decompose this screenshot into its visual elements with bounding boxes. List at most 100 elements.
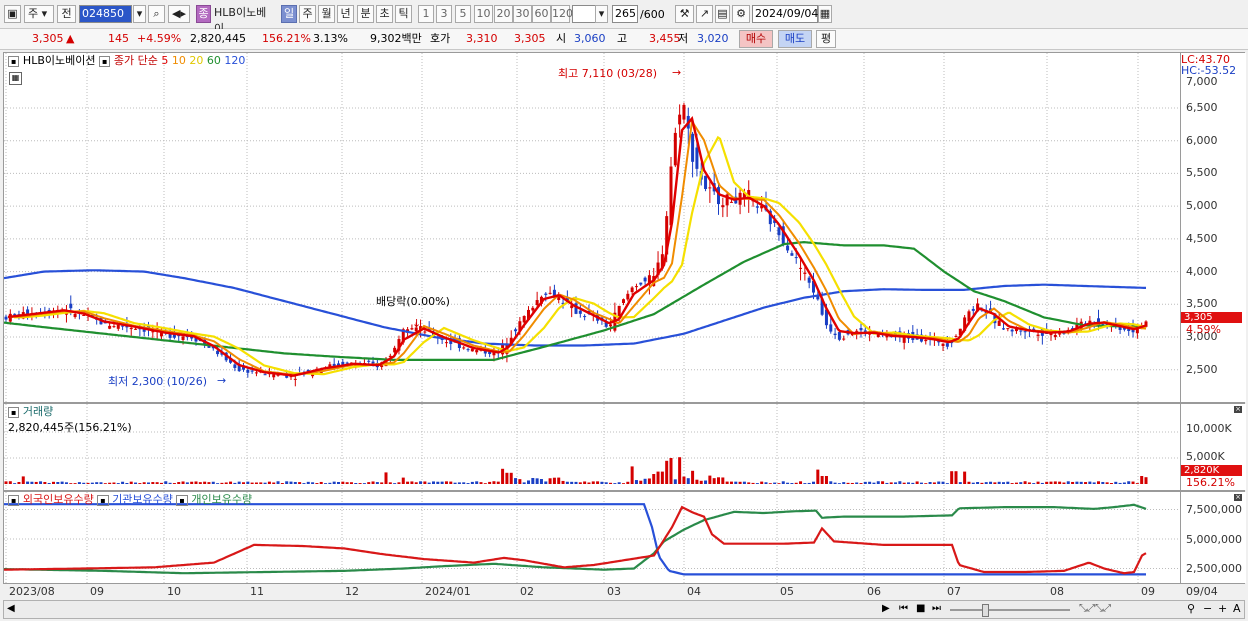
stock-code-input[interactable]: 024850 (79, 5, 132, 23)
volume-bar (26, 481, 30, 484)
volume-bar (846, 482, 850, 484)
settings-gear-icon[interactable]: ⚙ (732, 5, 750, 23)
stop-icon[interactable]: ■ (916, 603, 925, 614)
chart-type-icon[interactable]: ↗ (696, 5, 713, 23)
scroll-right-icon[interactable]: ▶ (882, 603, 890, 614)
zoom-out-icon[interactable]: − (1203, 602, 1212, 615)
table-view-icon[interactable]: ▦ (9, 72, 22, 85)
candle (833, 327, 837, 340)
search-icon[interactable]: ⌕ (148, 5, 165, 23)
buy-button[interactable]: 매수 (739, 30, 773, 48)
zoom-in-icon[interactable]: + (1218, 602, 1227, 615)
volume-bar (786, 482, 790, 484)
ma10-label: 10 (171, 54, 186, 67)
minute-60-button[interactable]: 60 (532, 5, 551, 23)
save-icon[interactable]: ▤ (715, 5, 730, 23)
candle (734, 187, 738, 204)
period-month-button[interactable]: 월 (318, 5, 335, 23)
rewind-icon[interactable]: ⏮ (899, 603, 908, 614)
calendar-icon[interactable]: ▦ (818, 5, 832, 23)
stock-nav-icon[interactable]: ◀▸ (168, 5, 190, 23)
custom-period-dropdown-icon[interactable]: ▾ (595, 5, 608, 23)
minute-3-button[interactable]: 3 (436, 5, 452, 23)
volume-bar (678, 457, 682, 484)
price-tick-label: 5,000 (1186, 199, 1218, 213)
candle (626, 290, 630, 302)
volume-bar (773, 482, 777, 484)
low-annotation: 최저 2,300 (10/26) (108, 375, 208, 388)
minute-5-button[interactable]: 5 (455, 5, 471, 23)
volume-bar (600, 481, 604, 484)
open-label: 시 (556, 32, 567, 45)
text-tool-icon[interactable]: A (1233, 602, 1241, 615)
market-select[interactable]: 주 ▾ (24, 5, 54, 23)
volume-bar (151, 482, 155, 484)
zoom-slider-track[interactable] (950, 609, 1070, 611)
volume-bar (807, 482, 811, 484)
window-menu-icon[interactable]: ▣ (4, 5, 21, 23)
period-week-button[interactable]: 주 (299, 5, 316, 23)
period-year-button[interactable]: 년 (337, 5, 354, 23)
price-legend: ▪ HLB이노베이션 ▪ 종가 단순 5 10 20 60 120 (8, 54, 245, 68)
zoom-slider-handle[interactable] (982, 604, 989, 617)
volume-bar (643, 478, 647, 484)
high-price: 3,455 (649, 32, 681, 45)
volume-bar (380, 482, 384, 484)
x-axis-end-date: 09/04 (1186, 585, 1218, 598)
volume-bar (147, 482, 150, 484)
candle (1036, 331, 1040, 342)
candle (704, 175, 708, 192)
ma5-label: 5 (161, 54, 169, 67)
ma60-label: 60 (206, 54, 221, 67)
count-input[interactable]: 265 (612, 5, 638, 23)
institution-legend: 기관보유수량 (112, 493, 173, 506)
fast-forward-icon[interactable]: ⏭ (932, 603, 941, 614)
minute-1-button[interactable]: 1 (418, 5, 434, 23)
price-tick-label: 3,500 (1186, 297, 1218, 311)
period-minute-button[interactable]: 분 (357, 5, 374, 23)
ma20-label: 20 (189, 54, 204, 67)
volume-bar (397, 482, 401, 484)
prev-button[interactable]: 전 (57, 5, 76, 23)
volume-bar (8, 481, 12, 484)
holding-close-icon[interactable]: × (1234, 494, 1242, 501)
candle (954, 334, 958, 338)
x-axis-label: 10 (167, 585, 181, 598)
volume-bar (229, 481, 233, 484)
volume-bar (483, 483, 487, 484)
volume-bar (95, 482, 99, 484)
period-day-button[interactable]: 일 (281, 5, 297, 23)
period-tick-button[interactable]: 틱 (395, 5, 412, 23)
tools-icon[interactable]: ⚒ (675, 5, 694, 23)
minute-20-button[interactable]: 20 (494, 5, 513, 23)
drawing-tools-icon[interactable]: ⤡⤢⤡⤢ (1079, 603, 1111, 614)
volume-chart[interactable] (4, 404, 1180, 490)
current-pct-tag: 4.59% (1186, 323, 1221, 336)
dividend-annotation: 배당락(0.00%) (376, 295, 450, 308)
volume-bar (945, 483, 949, 484)
code-dropdown-icon[interactable]: ▾ (133, 5, 146, 23)
minute-30-button[interactable]: 30 (513, 5, 532, 23)
volume-bar (742, 481, 746, 484)
chart-settings-icon[interactable]: ⚲ (1187, 602, 1195, 615)
volume-bar (99, 482, 103, 484)
volume-pct-tag: 156.21% (1186, 476, 1235, 489)
volume-close-icon[interactable]: × (1234, 406, 1242, 413)
evaluate-button[interactable]: 평 (816, 30, 836, 48)
volume-bar (915, 481, 919, 484)
sell-button[interactable]: 매도 (778, 30, 812, 48)
minute-10-button[interactable]: 10 (474, 5, 493, 23)
volume-bar (837, 483, 841, 484)
volume-bar (211, 481, 215, 484)
chart-scrollbar[interactable]: ◀ ▶ ⏮ ■ ⏭ ⤡⤢⤡⤢ ⚲ − + A (3, 600, 1245, 619)
price-chart[interactable]: → → ↓ (4, 53, 1180, 402)
date-input[interactable]: 2024/09/04 (752, 5, 818, 23)
current-price: 3,305 (32, 32, 64, 45)
period-second-button[interactable]: 초 (376, 5, 393, 23)
scroll-left-icon[interactable]: ◀ (7, 603, 15, 614)
minute-120-button[interactable]: 120 (551, 5, 573, 23)
candle (1023, 331, 1027, 340)
volume-bar (315, 483, 319, 484)
volume-bar (699, 480, 703, 484)
volume-bar (1062, 482, 1066, 484)
